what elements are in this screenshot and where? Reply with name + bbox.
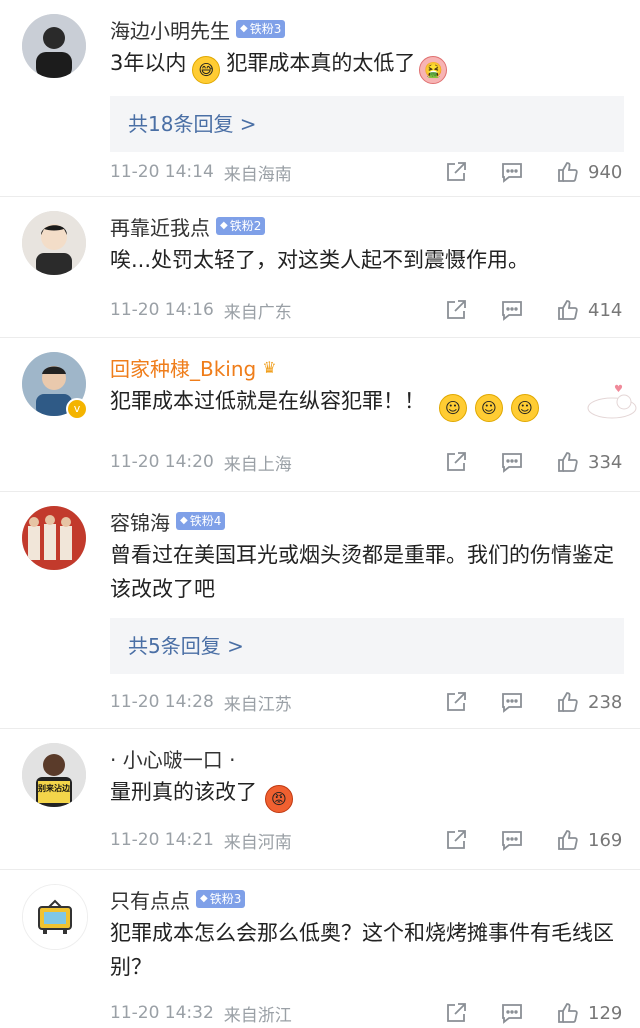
like-icon[interactable]	[556, 450, 580, 474]
like-count: 414	[588, 299, 623, 321]
sweat-smile-emoji-icon: 😅	[192, 56, 221, 84]
angry-emoji-icon: 😡	[265, 785, 293, 813]
crown-icon: ♛	[262, 357, 277, 377]
location: 来自河南	[223, 832, 292, 853]
like-icon[interactable]	[556, 298, 580, 322]
timestamp: 11-20 14:14	[110, 162, 214, 182]
diamond-icon: ◆	[240, 23, 248, 34]
comment-text: 3年以内 😅 犯罪成本真的太低了 🤮	[110, 46, 624, 84]
share-icon[interactable]	[444, 690, 468, 714]
like-icon[interactable]	[556, 160, 580, 184]
verified-badge-icon: v	[66, 398, 88, 420]
like-count: 940	[588, 161, 623, 183]
comment-icon[interactable]	[500, 828, 524, 852]
comment-text: 曾看过在美国耳光或烟头烫都是重罪。我们的伤情鉴定该改改了吧	[110, 543, 614, 601]
smile-emoji-icon: ☺	[511, 394, 539, 422]
share-icon[interactable]	[444, 160, 468, 184]
comment-icon[interactable]	[500, 160, 524, 184]
comment-icon[interactable]	[500, 298, 524, 322]
timestamp: 11-20 14:20	[110, 452, 214, 472]
like-count: 238	[588, 691, 623, 713]
fan-badge: ◆ 铁粉3	[196, 890, 246, 908]
timestamp: 11-20 14:28	[110, 692, 214, 712]
username[interactable]: 容锦海	[110, 507, 170, 536]
comment-text: 唉...处罚太轻了，对这类人起不到震慑作用。	[110, 248, 530, 272]
replies-link[interactable]: 共5条回复 >	[110, 618, 624, 674]
fan-badge: ◆ 铁粉3	[236, 20, 286, 38]
comment-item: 容锦海 ◆ 铁粉4 曾看过在美国耳光或烟头烫都是重罪。我们的伤情鉴定该改改了吧 共…	[0, 492, 640, 729]
location: 来自浙江	[223, 1005, 292, 1026]
avatar[interactable]: 别来沾边	[22, 743, 86, 807]
username[interactable]: 再靠近我点	[110, 212, 210, 241]
comment-item: 只有点点 ◆ 铁粉3 犯罪成本怎么会那么低奥？这个和烧烤摊事件有毛线区别？ 11-…	[0, 870, 640, 1026]
location: 来自江苏	[223, 694, 292, 715]
vomit-emoji-icon: 🤮	[419, 56, 448, 84]
timestamp: 11-20 14:32	[110, 1003, 214, 1023]
comment-item: 再靠近我点 ◆ 铁粉2 唉...处罚太轻了，对这类人起不到震慑作用。 11-20 …	[0, 197, 640, 338]
avatar[interactable]	[22, 14, 86, 78]
share-icon[interactable]	[444, 450, 468, 474]
comment-icon[interactable]	[500, 1001, 524, 1025]
cat-sticker-icon: ♥	[587, 384, 637, 419]
diamond-icon: ◆	[180, 515, 188, 526]
comment-text: 犯罪成本过低就是在纵容犯罪！！ ☺ ☺ ☺	[110, 384, 624, 422]
diamond-icon: ◆	[220, 220, 228, 231]
comment-item: v 回家种棣_Bking ♛ 犯罪成本过低就是在纵容犯罪！！ ☺ ☺ ☺ ♥ 11-2…	[0, 338, 640, 492]
avatar-sign-text: 别来沾边	[37, 783, 71, 793]
smile-emoji-icon: ☺	[439, 394, 467, 422]
comment-item: 海边小明先生 ◆ 铁粉3 3年以内 😅 犯罪成本真的太低了 🤮 共18条回复 > 11-…	[0, 0, 640, 197]
location: 来自上海	[223, 454, 292, 475]
share-icon[interactable]	[444, 1001, 468, 1025]
fan-badge: ◆ 铁粉4	[176, 512, 226, 530]
avatar[interactable]	[22, 211, 86, 275]
username[interactable]: · 小心啵一口 ·	[110, 744, 235, 773]
svg-text:♥: ♥	[614, 384, 623, 395]
timestamp: 11-20 14:21	[110, 830, 214, 850]
username[interactable]: 回家种棣_Bking	[110, 353, 256, 382]
fan-badge: ◆ 铁粉2	[216, 217, 266, 235]
like-count: 129	[588, 1002, 623, 1024]
like-count: 334	[588, 451, 623, 473]
smile-emoji-icon: ☺	[475, 394, 503, 422]
avatar[interactable]	[22, 506, 86, 570]
comment-icon[interactable]	[500, 450, 524, 474]
username[interactable]: 只有点点	[110, 885, 190, 914]
share-icon[interactable]	[444, 298, 468, 322]
location: 来自广东	[223, 302, 292, 323]
avatar[interactable]	[22, 884, 88, 950]
comment-text: 犯罪成本怎么会那么低奥？这个和烧烤摊事件有毛线区别？	[110, 921, 614, 979]
like-icon[interactable]	[556, 828, 580, 852]
timestamp: 11-20 14:16	[110, 300, 214, 320]
comment-text: 量刑真的该改了 😡	[110, 775, 624, 813]
location: 来自海南	[223, 164, 292, 185]
diamond-icon: ◆	[200, 893, 208, 904]
share-icon[interactable]	[444, 828, 468, 852]
like-icon[interactable]	[556, 1001, 580, 1025]
like-icon[interactable]	[556, 690, 580, 714]
comment-icon[interactable]	[500, 690, 524, 714]
comment-item: 别来沾边 · 小心啵一口 · 量刑真的该改了 😡 11-20 14:21 来自河南…	[0, 729, 640, 870]
username[interactable]: 海边小明先生	[110, 15, 230, 44]
like-count: 169	[588, 829, 623, 851]
replies-link[interactable]: 共18条回复 >	[110, 96, 624, 152]
